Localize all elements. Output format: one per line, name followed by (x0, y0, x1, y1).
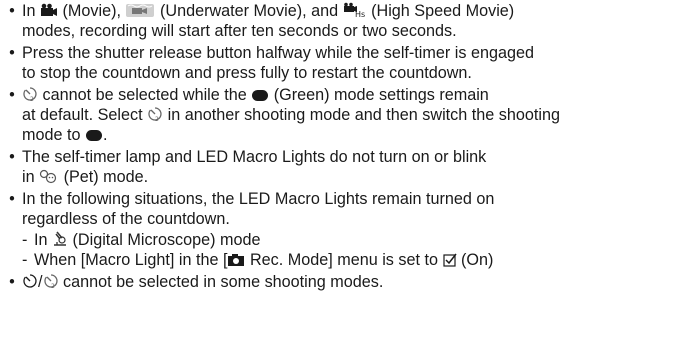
pet-mode-icon (39, 169, 59, 184)
bullet: • (9, 190, 15, 208)
underwater-movie-icon (125, 3, 155, 18)
checkbox-checked-icon (442, 253, 457, 267)
digital-microscope-icon (52, 230, 68, 247)
self-timer-2s-icon: 2 (147, 106, 163, 122)
bullet: • (9, 44, 15, 62)
camera-icon (227, 253, 245, 267)
bullet: • (9, 273, 15, 291)
self-timer-2s-icon: 2 (43, 273, 59, 289)
green-mode-icon (251, 89, 269, 102)
svg-text:2: 2 (155, 116, 159, 122)
svg-text:2: 2 (51, 283, 55, 289)
svg-text:Hs: Hs (355, 10, 365, 18)
svg-text:2: 2 (30, 96, 34, 102)
movie-camera-icon (40, 3, 58, 18)
bullet: • (9, 2, 15, 20)
green-mode-icon (85, 129, 103, 142)
self-timer-2s-icon: 2 (22, 86, 38, 102)
bullet: • (9, 148, 15, 166)
bullet: • (9, 86, 15, 104)
manual-notes: • In (Movie), (Underwater Movie), and Hs… (0, 0, 678, 338)
self-timer-10s-icon (22, 273, 38, 289)
high-speed-movie-icon: Hs (343, 2, 367, 18)
